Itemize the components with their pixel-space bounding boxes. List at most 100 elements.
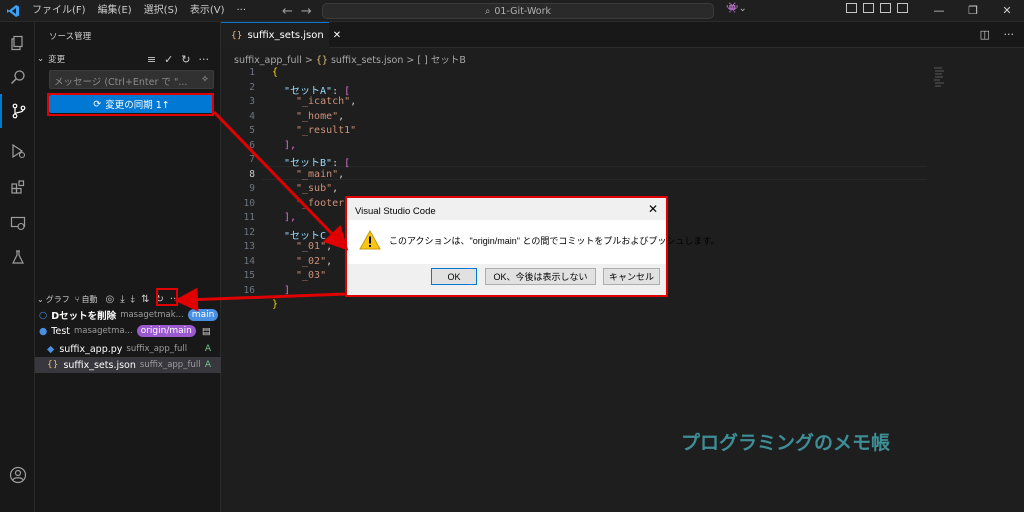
ok-dont-show-again-button[interactable]: OK、今後は表示しない bbox=[485, 268, 596, 285]
json-string: "_footer bbox=[296, 197, 345, 209]
chevron-down-icon: ⌄ bbox=[37, 54, 45, 64]
graph-section-header[interactable]: ⌄ グラフ ⑂ 自動 ◎ ⤓ ⤈ ⇅ ↻ ··· bbox=[37, 292, 219, 306]
changes-label: 変更 bbox=[48, 55, 66, 65]
line-number: 14 bbox=[243, 255, 255, 267]
menu-selection[interactable]: 選択(S) bbox=[138, 0, 184, 22]
watermark: プログラミングのメモ帳 bbox=[681, 432, 891, 454]
breadcrumb-folder[interactable]: suffix_app_full bbox=[234, 55, 302, 66]
restore-icon[interactable]: ❐ bbox=[956, 0, 990, 22]
search-sidebar-icon[interactable] bbox=[0, 60, 35, 94]
testing-flask-icon[interactable] bbox=[0, 240, 35, 274]
line-number: 6 bbox=[249, 139, 255, 151]
account-icon[interactable] bbox=[0, 458, 35, 492]
commit-title: Test bbox=[51, 325, 71, 337]
line-number: 4 bbox=[249, 110, 255, 122]
json-file-icon: {} bbox=[231, 30, 243, 41]
file-name: suffix_sets.json bbox=[63, 359, 136, 371]
customize-layout-icon[interactable] bbox=[846, 3, 857, 13]
commit-row[interactable]: ● Test masagetma... origin/main ▤ bbox=[35, 323, 221, 339]
menu-file[interactable]: ファイル(F) bbox=[26, 0, 92, 22]
menu-view[interactable]: 表示(V) bbox=[184, 0, 231, 22]
menu-edit[interactable]: 編集(E) bbox=[92, 0, 138, 22]
open-file-icon[interactable]: ▤ bbox=[202, 326, 211, 337]
editor-more-icon[interactable]: ··· bbox=[1004, 28, 1015, 41]
workspace-name: 01-Git-Work bbox=[494, 5, 552, 17]
branch-icon: ⑂ bbox=[74, 294, 80, 304]
file-row[interactable]: {} suffix_sets.json suffix_app_full A bbox=[35, 357, 221, 373]
file-name: suffix_app.py bbox=[59, 343, 123, 355]
breadcrumb-separator-icon: > bbox=[406, 55, 418, 66]
activity-bar bbox=[0, 22, 35, 512]
json-key: "セットC bbox=[284, 230, 327, 242]
breadcrumb-file[interactable]: suffix_sets.json bbox=[331, 55, 403, 66]
cancel-button[interactable]: キャンセル bbox=[603, 268, 660, 285]
file-row[interactable]: ◆ suffix_app.py suffix_app_full A bbox=[35, 341, 221, 357]
sync-changes-button[interactable]: ⟳ 変更の同期 1↑ bbox=[49, 95, 214, 113]
commit-check-icon[interactable]: ✓ bbox=[164, 53, 173, 66]
dialog-title: Visual Studio Code bbox=[355, 206, 436, 217]
toggle-secondary-sidebar-icon[interactable] bbox=[897, 3, 908, 13]
json-string: "_main" bbox=[296, 168, 339, 180]
extensions-icon[interactable] bbox=[0, 170, 35, 204]
source-control-icon[interactable] bbox=[0, 94, 35, 128]
refresh-graph-icon[interactable]: ↻ bbox=[155, 294, 163, 305]
toggle-panel-icon[interactable] bbox=[880, 3, 891, 13]
commit-author: masagetmak... bbox=[120, 310, 184, 320]
file-status: A bbox=[204, 344, 211, 354]
sparkle-icon[interactable]: ✧ bbox=[201, 74, 209, 85]
changes-section-header[interactable]: ⌄ 変更 ≡ ✓ ↻ ··· bbox=[37, 52, 219, 66]
line-number: 13 bbox=[243, 241, 255, 252]
commit-dot-icon: ● bbox=[39, 325, 48, 337]
line-number: 16 bbox=[243, 284, 255, 296]
target-icon[interactable]: ◎ bbox=[106, 294, 115, 305]
minimize-icon[interactable]: — bbox=[922, 0, 956, 22]
explorer-icon[interactable] bbox=[0, 26, 35, 60]
commit-row[interactable]: ○ Dセットを削除 masagetmak... main bbox=[35, 307, 221, 323]
menu-more[interactable]: ··· bbox=[231, 0, 253, 22]
json-key: "セットA" bbox=[284, 85, 333, 97]
tab-suffix-sets-json[interactable]: {} suffix_sets.json ✕ bbox=[221, 22, 341, 48]
command-center-search[interactable]: ⌕ 01-Git-Work bbox=[322, 3, 714, 19]
toggle-primary-sidebar-icon[interactable] bbox=[863, 3, 874, 13]
code-brace: } bbox=[272, 299, 279, 310]
more-graph-actions-icon[interactable]: ··· bbox=[170, 294, 180, 305]
sync-button-label: 変更の同期 1↑ bbox=[105, 100, 170, 111]
push-pull-icon[interactable]: ⇅ bbox=[141, 294, 149, 305]
more-actions-icon[interactable]: ··· bbox=[199, 53, 210, 66]
close-window-icon[interactable]: ✕ bbox=[990, 0, 1024, 22]
branch-badge-main: main bbox=[187, 309, 219, 321]
commit-title: Dセットを削除 bbox=[51, 311, 117, 322]
forward-arrow-icon[interactable]: → bbox=[301, 4, 312, 19]
back-arrow-icon[interactable]: ← bbox=[282, 4, 293, 19]
title-bar: ファイル(F) 編集(E) 選択(S) 表示(V) ··· ← → ⌕ 01-G… bbox=[0, 0, 1024, 22]
dialog-close-icon[interactable]: ✕ bbox=[648, 202, 658, 216]
json-string: "_03" bbox=[296, 270, 327, 281]
code-bracket: ], bbox=[284, 139, 297, 151]
view-list-icon[interactable]: ≡ bbox=[147, 53, 156, 66]
close-tab-icon[interactable]: ✕ bbox=[333, 30, 341, 41]
breadcrumb-separator-icon: > bbox=[304, 55, 316, 66]
breadcrumb-symbol[interactable]: セットB bbox=[431, 55, 466, 66]
dialog-message: このアクションは、"origin/main" との間でコミットをプルおよびプッシ… bbox=[389, 236, 720, 246]
tab-label: suffix_sets.json bbox=[247, 30, 324, 41]
ok-button[interactable]: OK bbox=[431, 268, 477, 285]
json-string: "_sub" bbox=[296, 183, 333, 194]
json-string: "_home" bbox=[296, 110, 339, 122]
remote-explorer-icon[interactable] bbox=[0, 206, 35, 240]
refresh-icon[interactable]: ↻ bbox=[181, 53, 190, 66]
minimap[interactable] bbox=[932, 66, 946, 90]
split-editor-icon[interactable]: ◫ bbox=[980, 28, 990, 41]
source-control-sidebar: ソース管理 ⌄ 変更 ≡ ✓ ↻ ··· メッセージ (Ctrl+Enter で… bbox=[35, 22, 221, 512]
run-debug-icon[interactable] bbox=[0, 134, 35, 168]
line-number: 10 bbox=[243, 197, 255, 209]
commit-message-placeholder: メッセージ (Ctrl+Enter で "... bbox=[54, 77, 188, 88]
pull-icon[interactable]: ⤈ bbox=[131, 294, 135, 305]
fetch-icon[interactable]: ⤓ bbox=[120, 294, 124, 305]
copilot-icon[interactable]: 👾⌄ bbox=[726, 3, 747, 14]
commit-message-input[interactable]: メッセージ (Ctrl+Enter で "... ✧ bbox=[49, 70, 214, 89]
file-path: suffix_app_full bbox=[139, 360, 201, 370]
current-line-highlight bbox=[262, 166, 927, 180]
confirm-sync-dialog: Visual Studio Code ✕ このアクションは、"origin/ma… bbox=[346, 197, 719, 296]
breadcrumb: suffix_app_full > {} suffix_sets.json > … bbox=[234, 52, 466, 66]
json-string: "_result1" bbox=[296, 125, 357, 136]
